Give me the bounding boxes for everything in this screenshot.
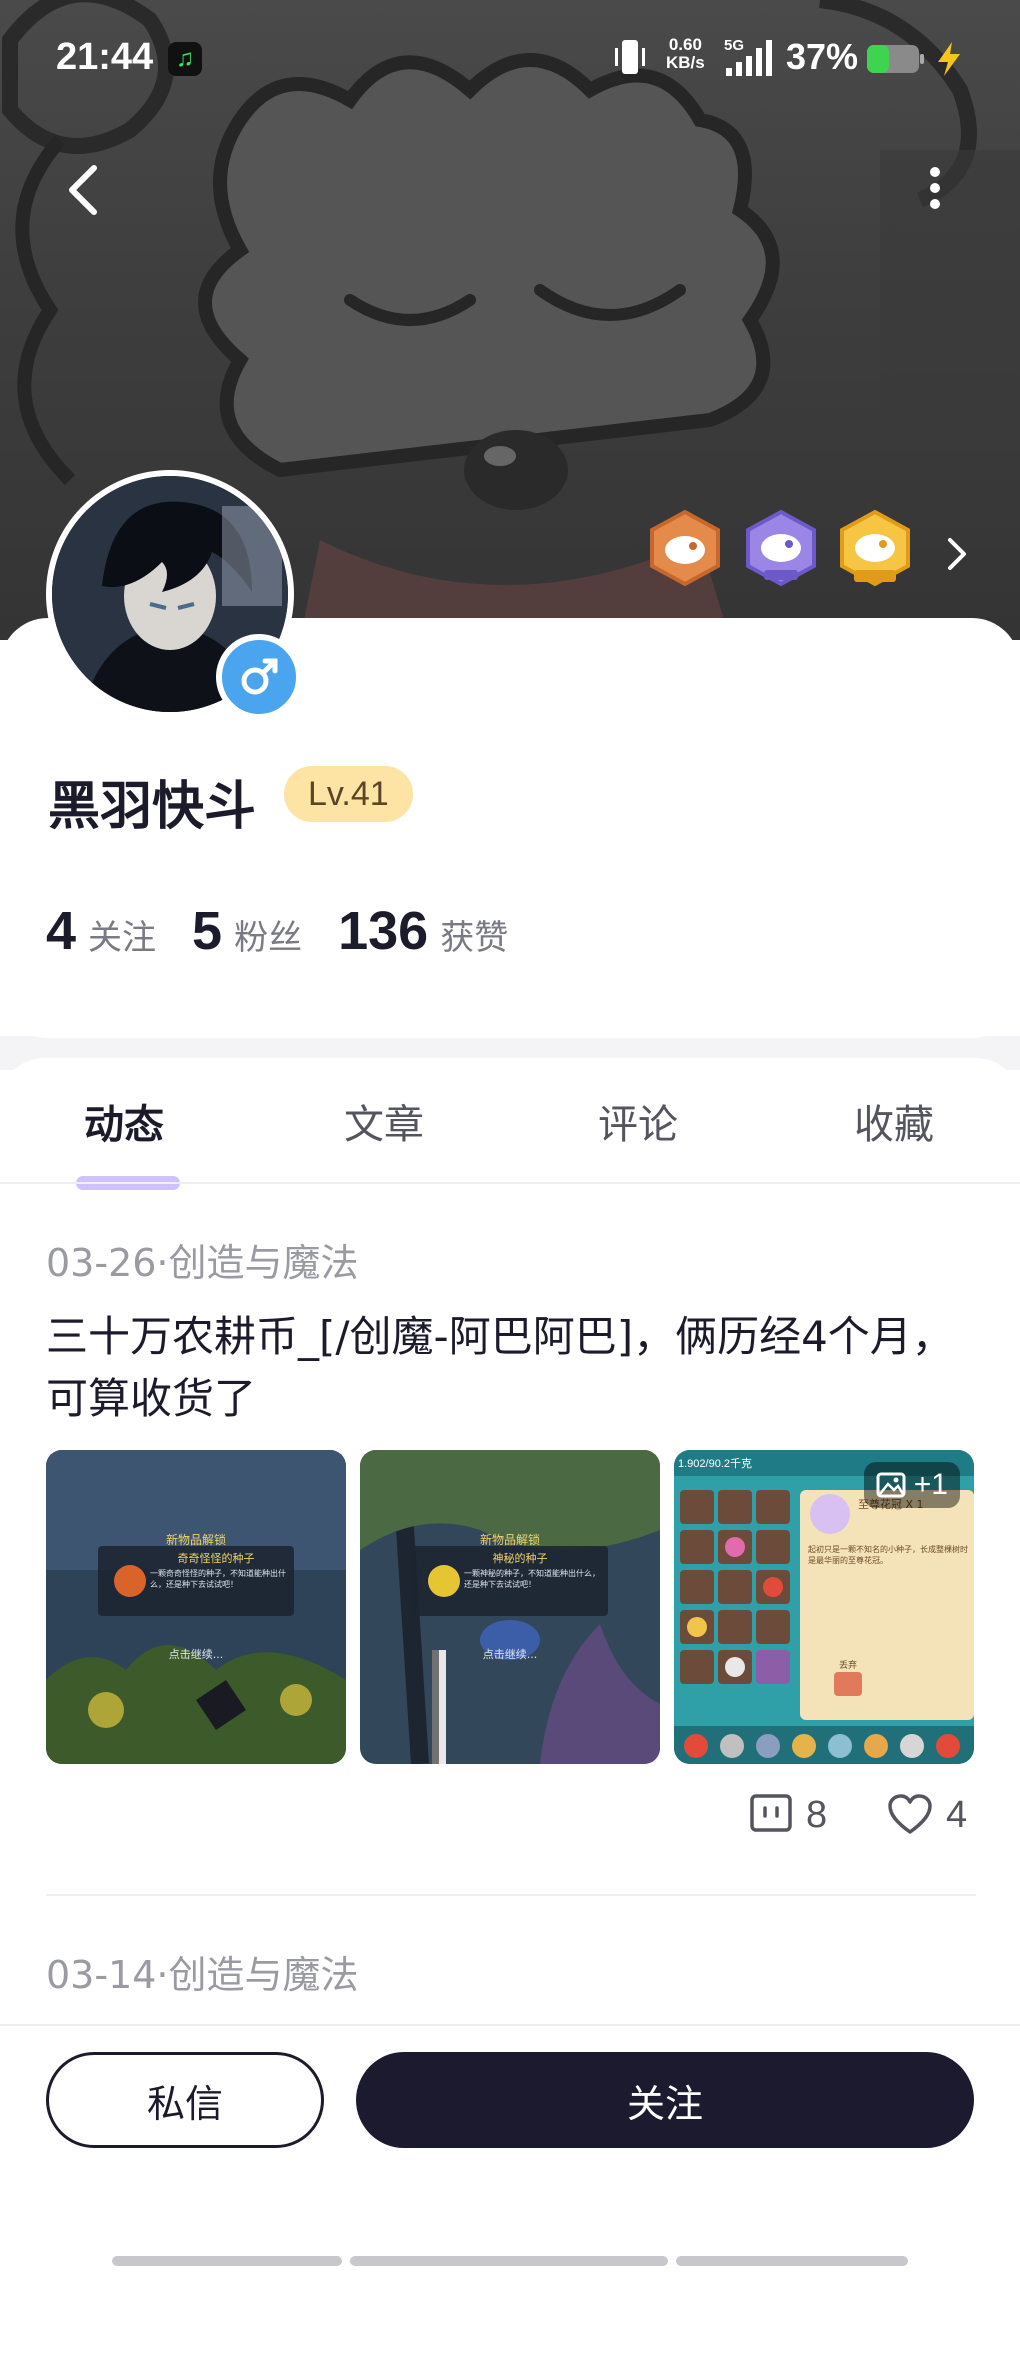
tab-comments[interactable]: 评论 <box>598 1092 678 1150</box>
post-divider <box>46 1894 976 1896</box>
nav-indicator-right <box>676 2256 908 2266</box>
male-gender-icon <box>216 634 302 720</box>
image-gallery-icon <box>876 1472 906 1498</box>
post-image-1[interactable]: 新物品解锁 奇奇怪怪的种子 一颗奇奇怪怪的种子，不知道能种出什么，还是种下去试试… <box>46 1450 346 1764</box>
likes-received-label: 获赞 <box>440 918 509 958</box>
more-images-count: +1 <box>913 1468 948 1501</box>
username: 黑羽快斗 <box>48 777 257 837</box>
meta-separator-2: · <box>156 1953 169 1997</box>
post-date-2: 03-14 <box>46 1953 157 1997</box>
net-speed-value: 0.60 <box>668 35 702 54</box>
comment-button[interactable]: 8 <box>748 1792 827 1838</box>
follow-button[interactable]: 关注 <box>356 2052 974 2148</box>
post-meta: 03-26·创造与魔法 <box>46 1232 359 1287</box>
post-image-2[interactable]: 新物品解锁 神秘的种子 一颗神秘的种子，不知道能种出什么，还是种下去试试吧！ 点… <box>360 1450 660 1764</box>
likes-stat[interactable]: 136 获赞 <box>338 900 508 962</box>
continue-hint-1: 点击继续... <box>169 1647 224 1661</box>
item-name-1: 奇奇怪怪的种子 <box>178 1551 255 1565</box>
net-speed: 0.60 KB/s <box>666 36 705 72</box>
music-app-icon: ♫ <box>168 42 202 76</box>
network-type: 5G <box>724 37 744 54</box>
level-badge: Lv.41 <box>284 766 413 822</box>
likes-received-count: 136 <box>338 901 429 961</box>
unlock-banner-1: 新物品解锁 <box>166 1532 226 1547</box>
inventory-item-desc: 起初只是一颗不知名的小种子，长成整棵树时是最华丽的至尊花冠。 <box>808 1545 968 1565</box>
comment-icon <box>750 1794 792 1832</box>
following-count: 4 <box>46 901 77 961</box>
profile-stats: 4 关注 5 粉丝 136 获赞 <box>46 900 544 962</box>
more-options-button[interactable] <box>920 158 950 218</box>
following-label: 关注 <box>88 918 157 958</box>
nav-indicator-center <box>350 2256 668 2266</box>
net-speed-unit: KB/s <box>666 53 705 72</box>
like-count: 4 <box>946 1793 968 1836</box>
tab-articles[interactable]: 文章 <box>344 1092 424 1150</box>
followers-label: 粉丝 <box>234 918 303 958</box>
tab-favorites[interactable]: 收藏 <box>854 1092 934 1150</box>
post-category[interactable]: 创造与魔法 <box>169 1241 359 1285</box>
bottom-action-bar: 私信 关注 <box>0 2024 1020 2269</box>
unlock-banner-2: 新物品解锁 <box>480 1532 540 1547</box>
item-desc-2: 一颗神秘的种子，不知道能种出什么，还是种下去试试吧！ <box>464 1569 600 1589</box>
post-title[interactable]: 三十万农耕币_[/创魔-阿巴阿巴]，俩历经4个月，可算收货了 <box>46 1306 976 1430</box>
inventory-grid <box>680 1490 790 1684</box>
charging-bolt-icon <box>938 42 960 76</box>
more-images-badge[interactable]: +1 <box>863 1462 960 1508</box>
heart-icon <box>888 1794 932 1834</box>
item-name-2: 神秘的种子 <box>493 1551 548 1565</box>
like-button[interactable]: 4 <box>886 1792 967 1838</box>
medal-bronze-icon[interactable] <box>646 508 724 588</box>
profile-tabs: 动态 文章 评论 收藏 <box>0 1092 1020 1190</box>
back-button[interactable] <box>60 160 110 220</box>
discard-label: 丢弃 <box>839 1659 857 1671</box>
following-stat[interactable]: 4 关注 <box>46 900 156 962</box>
game-screenshot-2: 新物品解锁 神秘的种子 一颗神秘的种子，不知道能种出什么，还是种下去试试吧！ 点… <box>360 1450 660 1764</box>
vibrate-icon <box>615 40 645 74</box>
post-actions: 8 4 <box>748 1792 976 1848</box>
post-date: 03-26 <box>46 1241 157 1285</box>
medal-purple-icon[interactable] <box>742 508 820 588</box>
item-desc-1: 一颗奇奇怪怪的种子，不知道能种出什么，还是种下去试试吧！ <box>150 1569 286 1589</box>
tabs-divider <box>0 1182 1020 1184</box>
inventory-weight: 1.902/90.2千克 <box>678 1457 752 1470</box>
nav-indicator-left <box>112 2256 342 2266</box>
message-button[interactable]: 私信 <box>46 2052 324 2148</box>
battery-percent: 37% <box>786 36 859 77</box>
status-bar: 21:44 ♫ 0.60 KB/s 5G 37% <box>0 28 1020 88</box>
followers-count: 5 <box>192 901 223 961</box>
post-category-2[interactable]: 创造与魔法 <box>169 1953 359 1997</box>
followers-stat[interactable]: 5 粉丝 <box>192 900 302 962</box>
game-screenshot-1: 新物品解锁 奇奇怪怪的种子 一颗奇奇怪怪的种子，不知道能种出什么，还是种下去试试… <box>46 1450 346 1764</box>
tab-activity[interactable]: 动态 <box>84 1092 164 1150</box>
signal-icon: 5G <box>724 37 772 76</box>
medal-gold-icon[interactable] <box>836 508 914 588</box>
post-image-3[interactable]: 1.902/90.2千克 至尊花冠 X 1 起初只是一颗不知名的小种子，长成整棵… <box>674 1450 974 1764</box>
comment-count: 8 <box>806 1793 828 1836</box>
medals-more-chevron-icon[interactable] <box>942 536 972 572</box>
battery-icon <box>867 45 924 73</box>
meta-separator: · <box>156 1241 169 1285</box>
continue-hint-2: 点击继续... <box>483 1647 538 1661</box>
post-meta-2: 03-14·创造与魔法 <box>46 1944 359 1999</box>
status-time: 21:44 <box>56 36 154 78</box>
